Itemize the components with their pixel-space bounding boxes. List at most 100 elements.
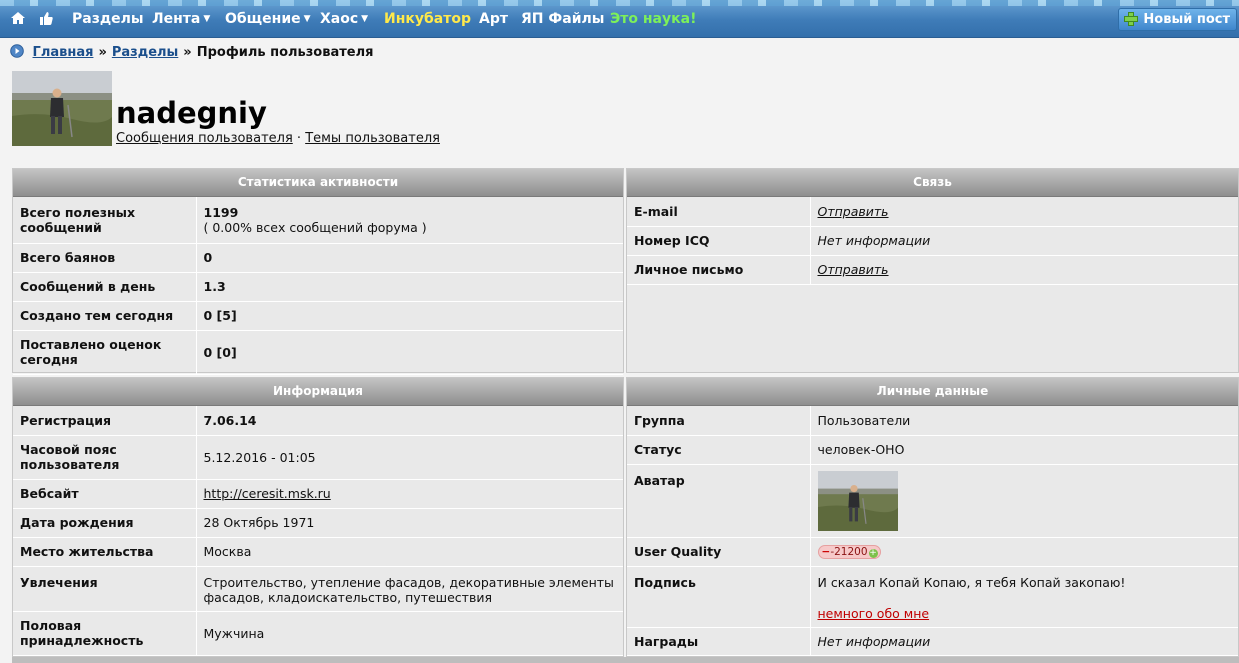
panel-header: Связь (627, 169, 1238, 197)
table-row: Аватар (627, 464, 1238, 538)
breadcrumb-separator: » (183, 45, 192, 60)
row-value: Строительство, утепление фасадов, декора… (195, 566, 623, 612)
nav-decorative-wave (0, 0, 1239, 6)
row-label: E-mail (627, 197, 810, 227)
table-row: Награды Нет информации (627, 627, 1238, 656)
breadcrumb-home-link[interactable]: Главная (33, 45, 94, 60)
row-value: 0 [0] (195, 330, 623, 375)
row-label: Статус (627, 435, 810, 465)
table-row: User Quality −-21200 + (627, 537, 1238, 567)
row-label: Часовой пояс пользователя (13, 435, 196, 480)
table-row: Статус человек-ОНО (627, 435, 1238, 465)
row-value: Отправить (809, 255, 1238, 285)
activity-stats-panel: Статистика активности Всего полезных соо… (12, 168, 624, 375)
user-topics-link[interactable]: Темы пользователя (305, 131, 440, 146)
row-value: 5.12.2016 - 01:05 (195, 435, 623, 480)
send-email-link[interactable]: Отправить (818, 204, 889, 219)
breadcrumb-separator: » (98, 45, 107, 60)
useful-posts-percent: ( 0.00% всех сообщений форума ) (203, 219, 427, 235)
row-value: 1199( 0.00% всех сообщений форума ) (195, 197, 623, 244)
table-row: Регистрация 7.06.14 (13, 406, 623, 436)
table-row: Номер ICQ Нет информации (627, 226, 1238, 256)
row-value (809, 464, 1238, 538)
row-label: Номер ICQ (627, 226, 810, 256)
nav-item-sections[interactable]: Разделы (72, 11, 144, 27)
row-label: Вебсайт (13, 479, 196, 509)
row-value: Москва (195, 537, 623, 567)
personal-table: Группа Пользователи Статус человек-ОНО А… (627, 406, 1238, 656)
stats-table: Всего полезных сообщений 1199( 0.00% все… (13, 197, 623, 375)
personal-data-panel: Личные данные Группа Пользователи Статус… (626, 377, 1239, 657)
row-label: Награды (627, 627, 810, 656)
row-value: 28 Октябрь 1971 (195, 508, 623, 538)
table-row: Всего полезных сообщений 1199( 0.00% все… (13, 197, 623, 244)
row-label: Место жительства (13, 537, 196, 567)
table-row: Поставлено оценок сегодня 0 [0] (13, 330, 623, 375)
row-label: Увлечения (13, 566, 196, 612)
website-link[interactable]: http://ceresit.msk.ru (204, 486, 331, 501)
chevron-down-icon: ▼ (203, 14, 211, 24)
table-row: Увлечения Строительство, утепление фасад… (13, 566, 623, 612)
row-value: −-21200 + (809, 537, 1238, 567)
table-row: Всего баянов 0 (13, 243, 623, 273)
nav-item-science[interactable]: Это наука! (610, 11, 696, 27)
user-quality-badge: −-21200 + (817, 545, 881, 560)
row-label: Группа (627, 406, 810, 436)
minus-icon[interactable]: − (822, 546, 831, 558)
breadcrumb-sections-link[interactable]: Разделы (112, 45, 178, 60)
about-me-link[interactable]: немного обо мне (818, 606, 930, 621)
profile-username: nadegniy (116, 96, 267, 130)
new-post-button[interactable]: Новый пост (1118, 8, 1237, 31)
panel-header: Информация (13, 378, 623, 406)
panel-header: Личные данные (627, 378, 1238, 406)
new-post-label: Новый пост (1143, 12, 1230, 27)
avatar (817, 470, 898, 531)
row-label: Подпись (627, 566, 810, 628)
row-label: Аватар (627, 464, 810, 538)
user-quality-value: -21200 (830, 546, 868, 559)
panel-header: Статистика активности (13, 169, 623, 197)
nav-item-files[interactable]: ЯП Файлы (521, 11, 604, 27)
row-value: 1.3 (195, 272, 623, 302)
nav-item-incubator[interactable]: Инкубатор (384, 11, 471, 27)
row-label: Регистрация (13, 406, 196, 436)
row-label: Всего полезных сообщений (13, 197, 196, 244)
plus-icon[interactable]: + (868, 549, 878, 559)
row-label: Половая принадлежность (13, 611, 196, 656)
nav-item-chaos[interactable]: Хаос ▼ (320, 11, 368, 27)
nav-item-art[interactable]: Арт (479, 11, 508, 27)
breadcrumb-current: Профиль пользователя (196, 45, 374, 60)
nav-item-communication[interactable]: Общение ▼ (225, 11, 311, 27)
next-panel-edge (12, 657, 1239, 663)
table-row: Создано тем сегодня 0 [5] (13, 301, 623, 331)
top-navigation-bar: Разделы Лента ▼ Общение ▼ Хаос ▼ Инкубатор … (0, 0, 1239, 38)
useful-posts-count: 1199 (203, 204, 239, 220)
nav-item-feed[interactable]: Лента ▼ (152, 11, 210, 27)
row-value: 0 (195, 243, 623, 273)
thumbs-up-icon[interactable] (38, 10, 54, 26)
row-label: Сообщений в день (13, 272, 196, 302)
table-row: Дата рождения 28 Октябрь 1971 (13, 508, 623, 538)
chevron-down-icon: ▼ (303, 14, 311, 24)
row-value: http://ceresit.msk.ru (195, 479, 623, 509)
info-table: Регистрация 7.06.14 Часовой пояс пользов… (13, 406, 623, 656)
row-value: Нет информации (809, 627, 1238, 656)
send-pm-link[interactable]: Отправить (818, 262, 889, 277)
row-label: Создано тем сегодня (13, 301, 196, 331)
row-label: User Quality (627, 537, 810, 567)
row-value: 7.06.14 (195, 406, 623, 436)
row-value: человек-ОНО (809, 435, 1238, 465)
row-value: Мужчина (195, 611, 623, 656)
plus-icon (1124, 12, 1139, 26)
home-icon[interactable] (10, 10, 26, 26)
user-photo (12, 71, 112, 146)
table-row: Место жительства Москва (13, 537, 623, 567)
chevron-down-icon: ▼ (361, 14, 369, 24)
table-row: Сообщений в день 1.3 (13, 272, 623, 302)
row-value: Отправить (809, 197, 1238, 227)
row-value: Нет информации (809, 226, 1238, 256)
table-row: Группа Пользователи (627, 406, 1238, 436)
row-value: 0 [5] (195, 301, 623, 331)
user-posts-link[interactable]: Сообщения пользователя (116, 131, 293, 146)
breadcrumb: Главная » Разделы » Профиль пользователя (10, 44, 373, 60)
